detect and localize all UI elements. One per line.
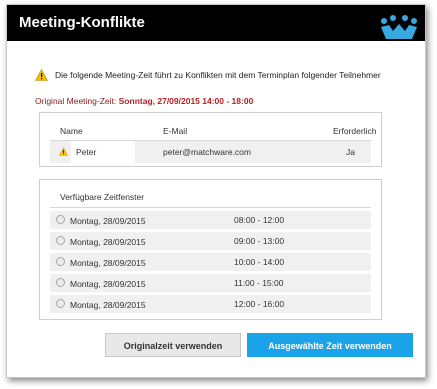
slot-date: Montag, 28/09/2015	[70, 279, 146, 289]
warning-triangle-icon	[35, 69, 48, 81]
slot-row-2[interactable]: Montag, 28/09/2015 09:00 - 13:00	[50, 232, 371, 250]
participant-required: Ja	[346, 147, 355, 157]
slot-date: Montag, 28/09/2015	[70, 300, 146, 310]
dialog-title: Meeting-Konflikte	[19, 14, 145, 31]
title-bar: Meeting-Konflikte	[7, 5, 425, 41]
original-time-value: Sonntag, 27/09/2015 14:00 - 18:00	[118, 96, 254, 106]
warning-text: Die folgende Meeting-Zeit führt zu Konfl…	[55, 70, 381, 80]
use-selected-time-button[interactable]: Ausgewählte Zeit verwenden	[247, 333, 413, 357]
slot-date: Montag, 28/09/2015	[70, 237, 146, 247]
column-header-name: Name	[60, 126, 83, 136]
slots-header-divider	[50, 207, 371, 208]
slot-radio-button[interactable]	[56, 278, 65, 287]
slot-radio-button[interactable]	[56, 215, 65, 224]
slot-date: Montag, 28/09/2015	[70, 216, 146, 226]
participant-email: peter@matchware.com	[163, 147, 251, 157]
slot-time: 12:00 - 16:00	[234, 299, 285, 309]
slot-row-3[interactable]: Montag, 28/09/2015 10:00 - 14:00	[50, 253, 371, 271]
meeting-conflicts-dialog: Meeting-Konflikte Die folgende Meeting-Z…	[6, 4, 426, 378]
participants-table: Name E-Mail Erforderlich Peter peter@mat…	[39, 112, 382, 167]
slot-time: 11:00 - 15:00	[234, 278, 284, 288]
column-header-email: E-Mail	[163, 126, 188, 136]
participant-name: Peter	[76, 147, 97, 157]
slots-header: Verfügbare Zeitfenster	[60, 192, 145, 202]
slot-row-1[interactable]: Montag, 28/09/2015 08:00 - 12:00	[50, 211, 371, 229]
available-slots-table: Verfügbare Zeitfenster Montag, 28/09/201…	[39, 179, 382, 320]
warning-message: Die folgende Meeting-Zeit führt zu Konfl…	[35, 69, 381, 81]
use-original-time-button[interactable]: Originalzeit verwenden	[105, 333, 241, 357]
slot-row-5[interactable]: Montag, 28/09/2015 12:00 - 16:00	[50, 295, 371, 313]
slot-radio-button[interactable]	[56, 236, 65, 245]
original-time-row: Original Meeting-Zeit: Sonntag, 27/09/20…	[35, 96, 253, 106]
matchware-logo-icon	[381, 15, 417, 39]
slot-time: 08:00 - 12:00	[234, 215, 285, 225]
warning-triangle-icon	[59, 147, 68, 156]
slot-radio-button[interactable]	[56, 257, 65, 266]
slot-row-4[interactable]: Montag, 28/09/2015 11:00 - 15:00	[50, 274, 371, 292]
slot-date: Montag, 28/09/2015	[70, 258, 146, 268]
column-header-required: Erforderlich	[333, 126, 377, 136]
slot-radio-button[interactable]	[56, 299, 65, 308]
slot-time: 10:00 - 14:00	[234, 257, 285, 267]
slot-time: 09:00 - 13:00	[234, 236, 285, 246]
original-time-label: Original Meeting-Zeit:	[35, 96, 117, 106]
table-row: Peter peter@matchware.com Ja	[50, 141, 371, 163]
